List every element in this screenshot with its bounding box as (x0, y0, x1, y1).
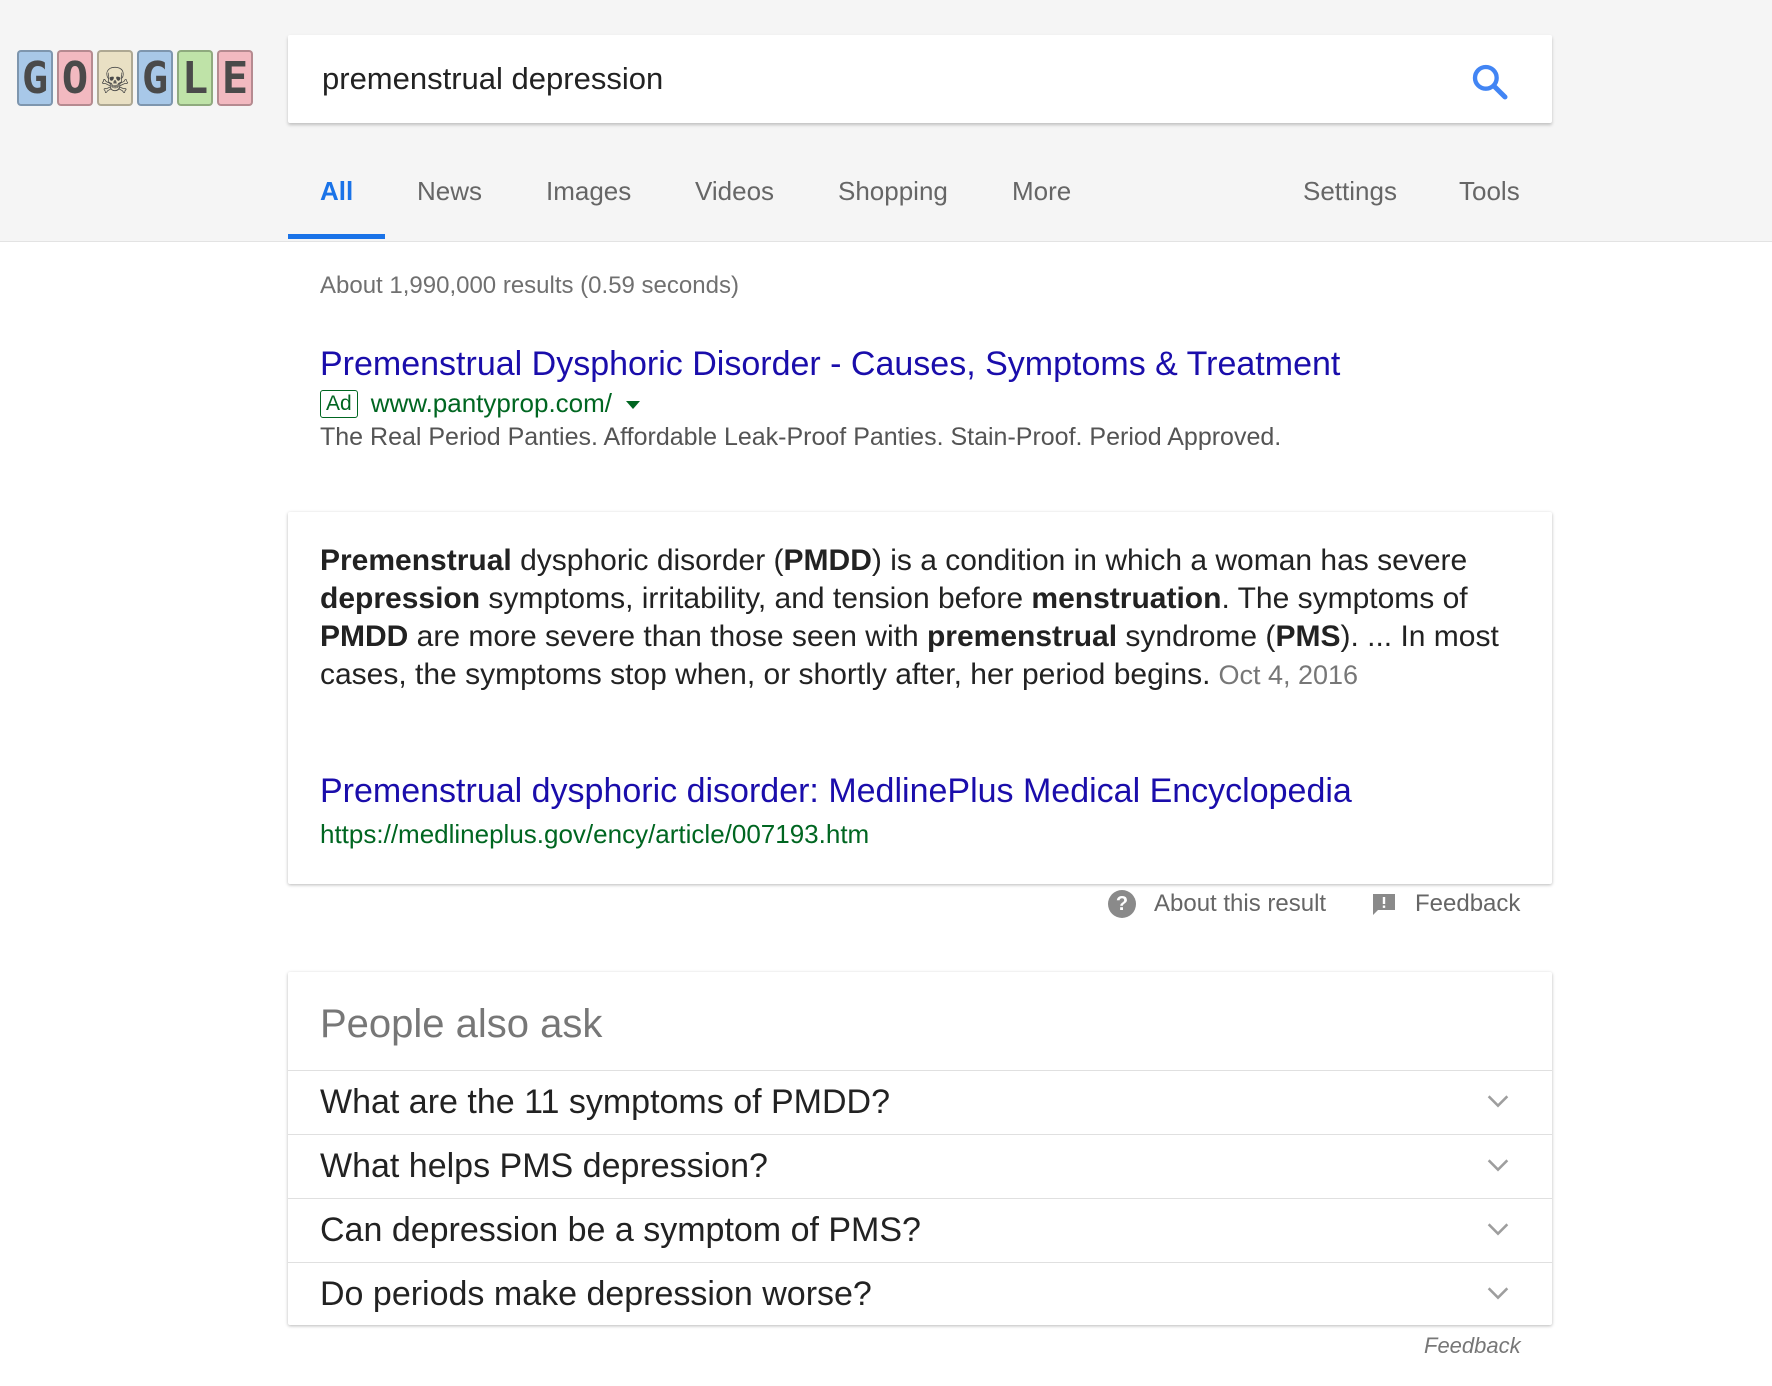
featured-snippet-card: Premenstrual dysphoric disorder (PMDD) i… (288, 512, 1552, 884)
tab-settings[interactable]: Settings (1303, 176, 1397, 207)
feedback-icon (1373, 894, 1395, 915)
snippet-feedback-button[interactable]: Feedback (1371, 890, 1520, 918)
tab-videos[interactable]: Videos (695, 176, 774, 207)
snippet-segment: . The symptoms of (1221, 582, 1468, 615)
help-icon: ? (1108, 890, 1136, 918)
tab-more[interactable]: More (1012, 176, 1071, 207)
active-tab-indicator (288, 234, 385, 239)
snippet-segment: syndrome ( (1117, 620, 1276, 653)
tab-news[interactable]: News (417, 176, 482, 207)
caret-down-icon[interactable] (626, 400, 641, 409)
ad-url-line: Ad www.pantyprop.com/ (320, 388, 641, 419)
logo-tile: L (177, 50, 213, 106)
people-also-ask-card: People also ask What are the 11 symptoms… (288, 972, 1552, 1325)
snippet-text: Premenstrual dysphoric disorder (PMDD) i… (320, 542, 1520, 694)
paa-feedback-link[interactable]: Feedback (1424, 1333, 1521, 1359)
logo-tile: G (17, 50, 53, 106)
snippet-segment: ) is a condition in which a woman has se… (871, 544, 1468, 577)
paa-question-text: Do periods make depression worse? (320, 1275, 872, 1313)
paa-question-row[interactable]: What helps PMS depression? (288, 1134, 1552, 1199)
paa-question-text: What are the 11 symptoms of PMDD? (320, 1083, 891, 1121)
ad-badge: Ad (320, 389, 358, 418)
paa-question-row[interactable]: Do periods make depression worse? (288, 1262, 1552, 1327)
search-box (288, 35, 1552, 123)
result-stats: About 1,990,000 results (0.59 seconds) (320, 272, 739, 299)
chevron-down-icon (1487, 1095, 1509, 1108)
feedback-label: Feedback (1415, 890, 1521, 917)
paa-question-row[interactable]: Can depression be a symptom of PMS? (288, 1198, 1552, 1263)
search-input[interactable] (320, 53, 1424, 105)
search-icon[interactable] (1470, 62, 1510, 102)
google-doodle-logo[interactable]: G O ☠ G L E (17, 50, 253, 106)
ad-title-link[interactable]: Premenstrual Dysphoric Disorder - Causes… (320, 345, 1340, 384)
logo-tile: ☠ (97, 50, 133, 106)
snippet-segment-bold: premenstrual (926, 620, 1118, 653)
logo-tile: G (137, 50, 173, 106)
paa-question-text: Can depression be a symptom of PMS? (320, 1211, 921, 1249)
about-this-result-button[interactable]: ? About this result (1108, 890, 1326, 918)
paa-question-text: What helps PMS depression? (320, 1147, 768, 1185)
people-also-ask-heading: People also ask (320, 1002, 603, 1046)
snippet-segment-bold: PMS (1275, 620, 1341, 653)
header-bar: G O ☠ G L E All News Images Videos Shopp… (0, 0, 1772, 242)
ad-url[interactable]: www.pantyprop.com/ (371, 388, 612, 419)
snippet-segment-bold: PMDD (320, 620, 409, 653)
snippet-segment-bold: PMDD (783, 544, 872, 577)
tab-all[interactable]: All (320, 176, 353, 207)
snippet-segment: are more severe than those seen with (408, 620, 927, 653)
snippet-date: Oct 4, 2016 (1218, 660, 1359, 690)
chevron-down-icon (1487, 1287, 1509, 1300)
snippet-segment: symptoms, irritability, and tension befo… (480, 582, 1032, 615)
ad-description: The Real Period Panties. Affordable Leak… (320, 423, 1282, 451)
tab-tools[interactable]: Tools (1459, 176, 1520, 207)
chevron-down-icon (1487, 1159, 1509, 1172)
snippet-source-url[interactable]: https://medlineplus.gov/ency/article/007… (320, 819, 869, 850)
snippet-segment-bold: Premenstrual (320, 544, 512, 577)
snippet-source-link[interactable]: Premenstrual dysphoric disorder: Medline… (320, 772, 1352, 811)
chevron-down-icon (1487, 1223, 1509, 1236)
paa-question-row[interactable]: What are the 11 symptoms of PMDD? (288, 1070, 1552, 1135)
snippet-segment-bold: depression (320, 582, 481, 615)
logo-tile: E (217, 50, 253, 106)
snippet-segment-bold: menstruation (1031, 582, 1222, 615)
about-this-result-label: About this result (1154, 890, 1327, 917)
tab-shopping[interactable]: Shopping (838, 176, 948, 207)
snippet-segment: dysphoric disorder ( (511, 544, 784, 577)
tab-images[interactable]: Images (546, 176, 631, 207)
logo-tile: O (57, 50, 93, 106)
